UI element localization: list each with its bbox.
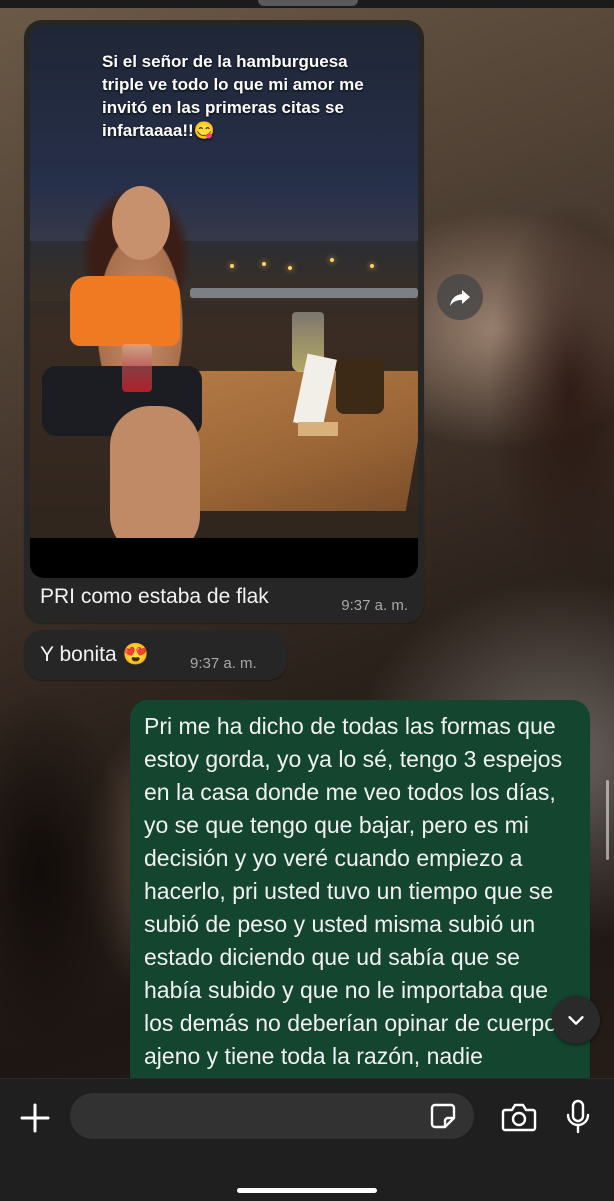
photo-menu-stand <box>298 422 338 436</box>
message-input-bar <box>0 1078 614 1201</box>
camera-icon <box>501 1103 537 1132</box>
photo-person-leg <box>110 406 200 556</box>
media-thumbnail[interactable]: Si el señor de la hamburguesa triple ve … <box>30 26 418 578</box>
attach-button[interactable] <box>14 1097 56 1139</box>
message-text: Y bonita 😍 <box>40 643 149 666</box>
outgoing-text-message[interactable]: Pri me ha dicho de todas las formas que … <box>130 700 590 1120</box>
chevron-down-icon <box>568 1016 584 1025</box>
media-letterbox <box>30 538 418 578</box>
photo-light <box>370 264 374 268</box>
photo-light <box>230 264 234 268</box>
sticker-icon <box>430 1103 456 1129</box>
sticker-button[interactable] <box>424 1097 462 1135</box>
scroll-to-bottom-button[interactable] <box>552 996 600 1044</box>
message-time: 9:37 a. m. <box>190 655 257 672</box>
message-time: 9:37 a. m. <box>341 597 408 614</box>
incoming-text-message[interactable]: Y bonita 😍 9:37 a. m. <box>24 630 287 680</box>
camera-button[interactable] <box>498 1097 540 1137</box>
home-indicator <box>237 1188 377 1193</box>
incoming-media-message[interactable]: Si el señor de la hamburguesa triple ve … <box>24 20 424 623</box>
plus-icon <box>20 1103 50 1133</box>
microphone-icon <box>566 1099 590 1134</box>
photo-person-face <box>112 186 170 260</box>
forward-arrow-icon <box>450 290 470 306</box>
photo-candle <box>336 358 384 414</box>
photo-light <box>288 266 292 270</box>
scroll-indicator[interactable] <box>606 780 609 860</box>
media-overlay-text: Si el señor de la hamburguesa triple ve … <box>102 52 364 140</box>
photo-drink <box>122 344 152 392</box>
photo-light <box>330 258 334 262</box>
media-caption: PRI como estaba de flak <box>40 585 269 608</box>
photo-light <box>262 262 266 266</box>
voice-message-button[interactable] <box>558 1095 598 1139</box>
photo-railing <box>190 288 418 298</box>
message-text: Pri me ha dicho de todas las formas que … <box>144 713 563 1069</box>
forward-button[interactable] <box>437 274 483 320</box>
message-input[interactable] <box>70 1093 474 1139</box>
wallpaper-detail <box>420 130 614 650</box>
photo-person-top <box>70 276 180 346</box>
status-bar-pill <box>258 0 358 6</box>
